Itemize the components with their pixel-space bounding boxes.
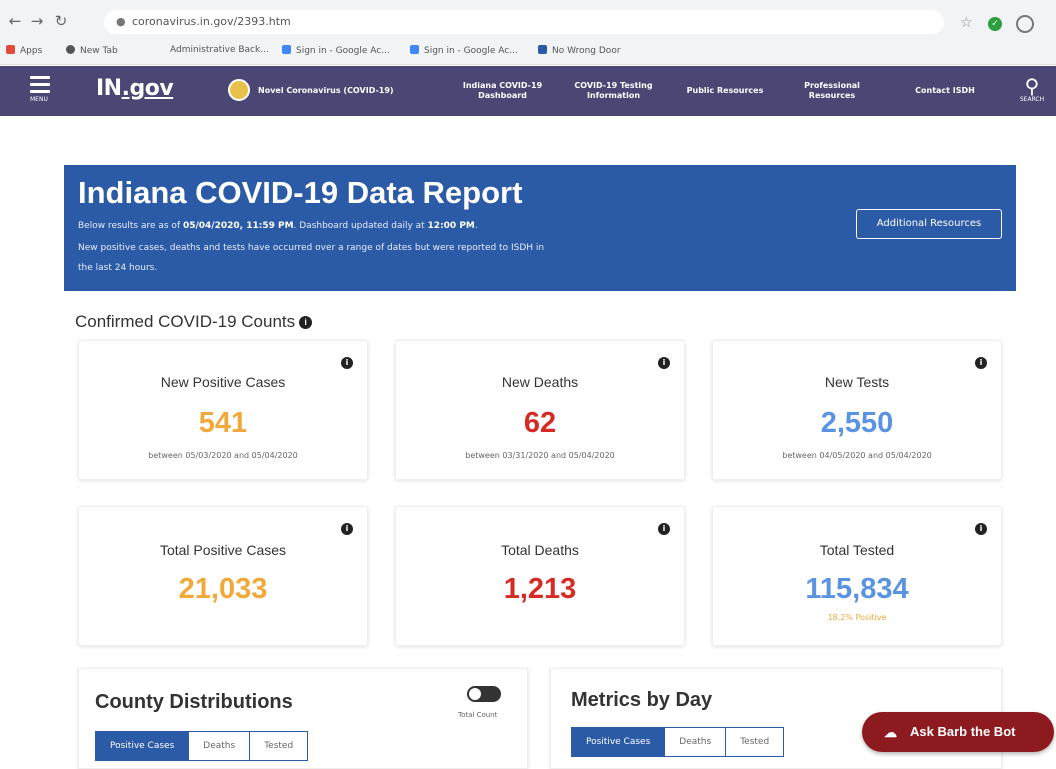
- card-title: New Positive Cases: [160, 374, 286, 390]
- bookmark-no-wrong-door[interactable]: No Wrong Door: [538, 45, 621, 56]
- report-note-line-2: the last 24 hours.: [78, 263, 158, 273]
- lock-icon: ●: [116, 15, 126, 28]
- state-seal-icon: [228, 79, 250, 101]
- card-title: New Tests: [824, 374, 890, 390]
- tab-tested[interactable]: Tested: [726, 728, 784, 756]
- card-title: Total Positive Cases: [159, 542, 287, 558]
- info-icon[interactable]: i: [299, 316, 313, 329]
- card-total-positive-cases: i Total Positive Cases 21,033: [78, 506, 368, 646]
- tab-positive-cases[interactable]: Positive Cases: [96, 732, 190, 760]
- card-title: New Deaths: [501, 374, 579, 390]
- card-value: 21,033: [178, 573, 268, 605]
- reload-icon[interactable]: ↻: [52, 12, 70, 30]
- extension-icon[interactable]: ✓: [988, 17, 1002, 31]
- info-icon[interactable]: i: [341, 523, 353, 535]
- address-row: ← → ↻ ● coronavirus.in.gov/2393.htm ☆ ✓: [0, 8, 1056, 38]
- card-title: Total Tested: [819, 542, 895, 558]
- positive-rate: 18.2% Positive: [827, 613, 887, 622]
- nav-contact-isdh[interactable]: Contact ISDH: [900, 86, 990, 96]
- search-icon: ⚲: [1024, 74, 1040, 98]
- door-icon: [538, 45, 547, 54]
- card-new-deaths: i New Deaths 62 between 03/31/2020 and 0…: [395, 340, 685, 480]
- card-value: 1,213: [503, 573, 577, 605]
- card-value: 541: [198, 407, 248, 439]
- counts-heading: Confirmed COVID-19 Counts i: [75, 312, 313, 332]
- report-banner: Indiana COVID-19 Data Report Below resul…: [64, 165, 1016, 291]
- info-icon[interactable]: i: [975, 357, 987, 369]
- url-text: coronavirus.in.gov/2393.htm: [132, 15, 291, 28]
- card-date-range: between 04/05/2020 and 05/04/2020: [782, 451, 932, 460]
- card-total-deaths: i Total Deaths 1,213: [395, 506, 685, 646]
- google-icon: [410, 45, 419, 54]
- additional-resources-button[interactable]: Additional Resources: [856, 209, 1002, 239]
- forward-icon[interactable]: →: [28, 12, 46, 30]
- profile-icon[interactable]: [1016, 15, 1034, 33]
- card-total-tested: i Total Tested 115,834 18.2% Positive: [712, 506, 1002, 646]
- bookmark-admin[interactable]: Administrative Back...: [170, 45, 269, 55]
- browser-chrome: ← → ↻ ● coronavirus.in.gov/2393.htm ☆ ✓ …: [0, 0, 1056, 65]
- google-icon: [282, 45, 291, 54]
- nav-dashboard[interactable]: Indiana COVID-19 Dashboard: [455, 81, 550, 101]
- card-value: 2,550: [820, 407, 894, 439]
- card-value: 62: [523, 407, 557, 439]
- site-header: MENU IN.gov Novel Coronavirus (COVID-19)…: [0, 66, 1056, 116]
- card-title: Total Deaths: [501, 542, 579, 558]
- address-bar[interactable]: ● coronavirus.in.gov/2393.htm: [104, 10, 944, 34]
- apps-icon: [6, 45, 15, 54]
- nav-testing-info[interactable]: COVID-19 Testing Information: [566, 81, 661, 101]
- search-button[interactable]: ⚲ SEARCH: [1016, 76, 1048, 103]
- bookmark-star-icon[interactable]: ☆: [960, 15, 973, 31]
- total-count-label: Total Count: [458, 711, 498, 719]
- page-title: Indiana COVID-19 Data Report: [78, 175, 523, 210]
- globe-icon: [66, 45, 75, 54]
- menu-icon: [30, 76, 50, 79]
- bookmark-new-tab[interactable]: New Tab: [66, 45, 118, 56]
- metrics-by-day-title: Metrics by Day: [571, 689, 713, 711]
- tab-tested[interactable]: Tested: [250, 732, 308, 760]
- nav-novel-coronavirus[interactable]: Novel Coronavirus (COVID-19): [258, 86, 394, 96]
- tab-positive-cases[interactable]: Positive Cases: [572, 728, 666, 756]
- info-icon[interactable]: i: [658, 523, 670, 535]
- bookmarks-bar: Apps New Tab Administrative Back... Sign…: [0, 42, 1056, 62]
- county-tabs: Positive Cases Deaths Tested: [95, 731, 309, 761]
- bookmark-google-2[interactable]: Sign in - Google Ac...: [410, 45, 518, 56]
- info-icon[interactable]: i: [975, 523, 987, 535]
- chat-bot-icon: ☁: [884, 725, 897, 740]
- ask-barb-bot-button[interactable]: ☁ Ask Barb the Bot: [862, 712, 1054, 752]
- report-note-line: New positive cases, deaths and tests hav…: [78, 243, 545, 253]
- total-count-toggle[interactable]: [467, 686, 501, 702]
- card-new-positive-cases: i New Positive Cases 541 between 05/03/2…: [78, 340, 368, 480]
- info-icon[interactable]: i: [658, 357, 670, 369]
- bookmark-google-1[interactable]: Sign in - Google Ac...: [282, 45, 390, 56]
- toggle-knob: [469, 688, 481, 700]
- card-new-tests: i New Tests 2,550 between 04/05/2020 and…: [712, 340, 1002, 480]
- bookmark-apps[interactable]: Apps: [6, 45, 42, 56]
- report-date-line: Below results are as of 05/04/2020, 11:5…: [78, 221, 478, 231]
- tab-deaths[interactable]: Deaths: [665, 728, 727, 756]
- tab-deaths[interactable]: Deaths: [189, 732, 251, 760]
- county-distributions-title: County Distributions: [95, 691, 293, 713]
- info-icon[interactable]: i: [341, 357, 353, 369]
- back-icon[interactable]: ←: [6, 12, 24, 30]
- menu-button[interactable]: MENU: [30, 76, 50, 103]
- nav-professional-resources[interactable]: Professional Resources: [792, 81, 872, 101]
- nav-public-resources[interactable]: Public Resources: [680, 86, 770, 96]
- card-date-range: between 03/31/2020 and 05/04/2020: [465, 451, 615, 460]
- card-date-range: between 05/03/2020 and 05/04/2020: [148, 451, 298, 460]
- metrics-tabs: Positive Cases Deaths Tested: [571, 727, 785, 757]
- card-value: 115,834: [805, 573, 909, 605]
- site-logo[interactable]: IN.gov: [96, 76, 174, 101]
